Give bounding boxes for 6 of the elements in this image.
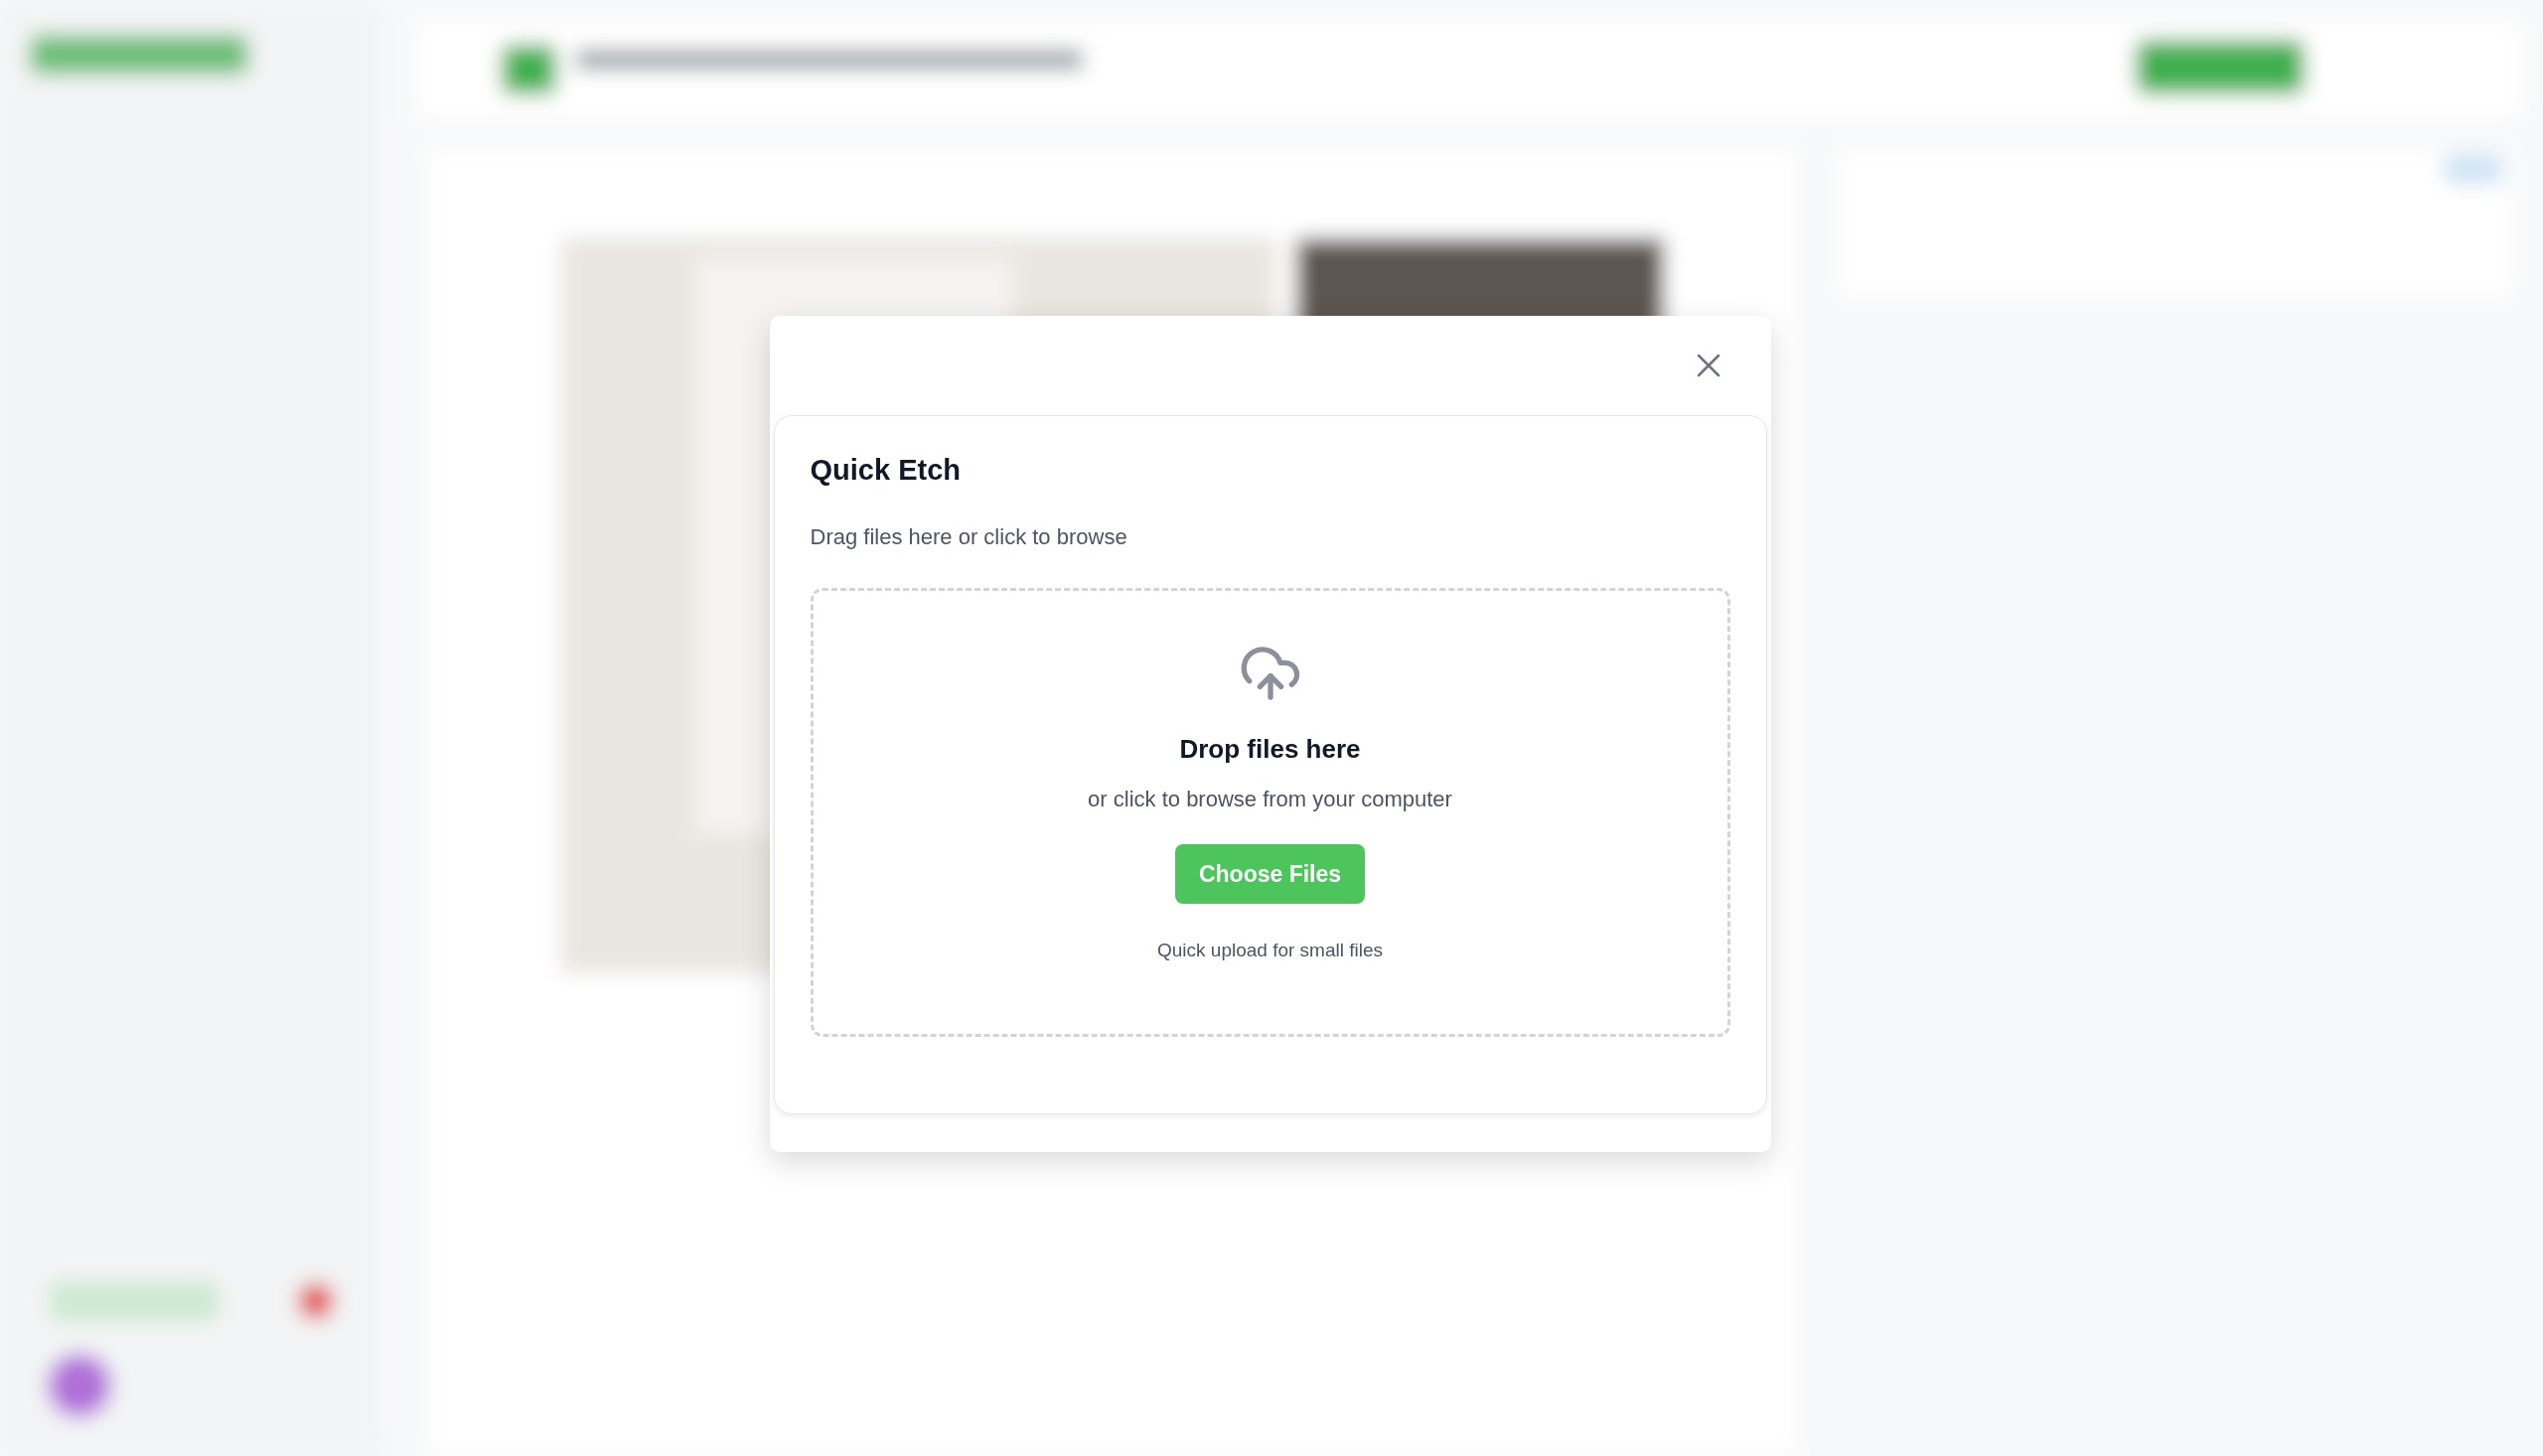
dialog-title: Quick Etch: [810, 454, 962, 487]
drop-zone[interactable]: Drop files here or click to browse from your computer Choose Files Quick upload for small files: [810, 588, 1730, 1037]
upload-hint: Quick upload for small files: [1156, 940, 1383, 961]
drop-heading: Drop files here: [1179, 734, 1361, 765]
dialog-subtitle: Drag files here or click to browse: [810, 524, 1128, 550]
drop-text: or click to browse from your computer: [1088, 787, 1452, 812]
